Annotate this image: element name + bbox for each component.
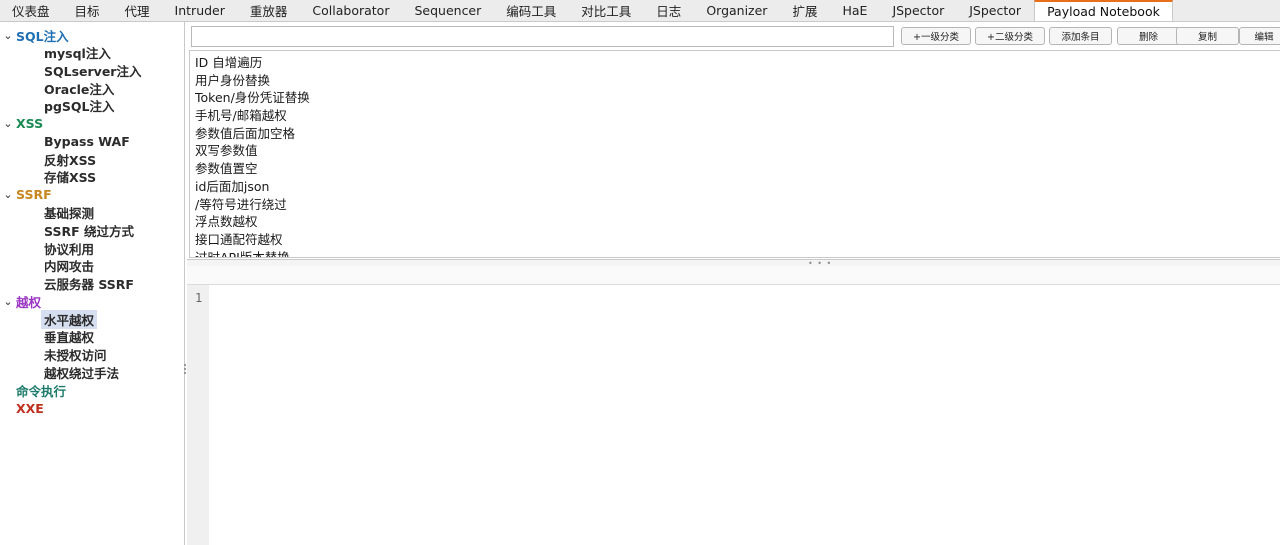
list-item[interactable]: 参数值后面加空格 [195, 125, 1280, 143]
list-item[interactable]: Token/身份凭证替换 [195, 89, 1280, 107]
tree-item[interactable]: 云服务器 SSRF [0, 275, 184, 293]
delete-button[interactable]: 删除 [1117, 27, 1180, 45]
list-item[interactable]: id后面加json [195, 178, 1280, 196]
tree-item[interactable]: 存储XSS [0, 168, 184, 186]
tree-item[interactable]: SSRF 绕过方式 [0, 222, 184, 240]
tree-item-label: mysql注入 [44, 46, 111, 62]
tree-item[interactable]: mysql注入 [0, 44, 184, 62]
tab-1[interactable]: 目标 [63, 0, 113, 21]
toolbar: +一级分类 +二级分类 添加条目 删除 复制 编辑 [191, 26, 1280, 48]
list-item[interactable]: 浮点数越权 [195, 213, 1280, 231]
tree-item-label: 越权绕过手法 [44, 365, 120, 381]
tree-item[interactable]: 垂直越权 [0, 328, 184, 346]
tree-item-label: SSRF 绕过方式 [44, 223, 134, 239]
list-item[interactable]: 手机号/邮箱越权 [195, 107, 1280, 125]
tab-14[interactable]: JSpector [957, 0, 1034, 21]
tree-category-label: SQL注入 [16, 28, 69, 44]
tab-11[interactable]: 扩展 [780, 0, 830, 21]
tab-12[interactable]: HaE [830, 0, 880, 21]
tree-category-label: XXE [16, 400, 44, 416]
copy-button[interactable]: 复制 [1176, 27, 1239, 45]
add-entry-button[interactable]: 添加条目 [1049, 27, 1112, 45]
tree-item[interactable]: pgSQL注入 [0, 97, 184, 115]
tree-item-label: 垂直越权 [44, 330, 95, 346]
tab-6[interactable]: Sequencer [402, 0, 494, 21]
tab-8[interactable]: 对比工具 [569, 0, 644, 21]
chevron-down-icon[interactable]: ⌄ [0, 117, 16, 130]
list-item[interactable]: ID 自增遍历 [195, 54, 1280, 72]
tab-2[interactable]: 代理 [113, 0, 163, 21]
tree-item-label: 内网攻击 [44, 259, 95, 275]
tab-bar: 仪表盘 目标 代理 Intruder 重放器 Collaborator Sequencer 编… [0, 0, 1280, 22]
line-number-gutter: 1 [187, 285, 209, 545]
search-input[interactable] [191, 26, 894, 47]
tree-category[interactable]: ⌄ 越权 [0, 292, 184, 310]
tree-item[interactable]: Bypass WAF [0, 133, 184, 151]
tree-item[interactable]: 内网攻击 [0, 257, 184, 275]
tree-item-label: 协议利用 [44, 241, 95, 257]
tree-item[interactable]: 基础探测 [0, 204, 184, 222]
list-item[interactable]: 参数值置空 [195, 160, 1280, 178]
tree-item-label: 未授权访问 [44, 347, 107, 363]
tree-category-label: XSS [16, 116, 44, 132]
tab-9[interactable]: 日志 [644, 0, 694, 21]
add-primary-category-button[interactable]: +一级分类 [901, 27, 971, 45]
tab-7[interactable]: 编码工具 [494, 0, 569, 21]
tree-item-label: SQLserver注入 [44, 64, 142, 80]
tree-category-label: 命令执行 [16, 383, 67, 399]
list-item[interactable]: 双写参数值 [195, 142, 1280, 160]
tree-item-label: 基础探测 [44, 206, 95, 222]
tab-13[interactable]: JSpector [880, 0, 957, 21]
tree-item-label: 存储XSS [44, 170, 97, 186]
editor-header [187, 266, 1280, 285]
tree-item[interactable]: 越权绕过手法 [0, 363, 184, 381]
tab-0[interactable]: 仪表盘 [0, 0, 63, 21]
tab-5[interactable]: Collaborator [300, 0, 402, 21]
tree-category[interactable]: ⌄ SQL注入 [0, 26, 184, 44]
edit-button[interactable]: 编辑 [1239, 27, 1280, 45]
tree-category-label: SSRF [16, 187, 52, 203]
tree-item[interactable]: Oracle注入 [0, 79, 184, 97]
tree-item[interactable]: SQLserver注入 [0, 62, 184, 80]
tree-category[interactable]: 命令执行 [0, 381, 184, 399]
tree-item-label: Bypass WAF [44, 134, 130, 150]
tab-15[interactable]: Payload Notebook [1034, 0, 1173, 21]
payload-list: ID 自增遍历 用户身份替换 Token/身份凭证替换 手机号/邮箱越权 参数值后面加空… [189, 50, 1280, 258]
chevron-down-icon[interactable]: ⌄ [0, 29, 16, 42]
tab-4[interactable]: 重放器 [238, 0, 301, 21]
tree-item[interactable]: 未授权访问 [0, 346, 184, 364]
content-panel: +一级分类 +二级分类 添加条目 删除 复制 编辑 ID 自增遍历 用户身份替换 T… [187, 22, 1280, 545]
tree-item-label: Oracle注入 [44, 81, 115, 97]
add-secondary-category-button[interactable]: +二级分类 [975, 27, 1045, 45]
tree-item-label: 水平越权 [41, 309, 98, 329]
tree-category-label: 越权 [16, 294, 42, 310]
list-item[interactable]: 过时API版本替换 [195, 249, 1280, 257]
tab-10[interactable]: Organizer [694, 0, 780, 21]
tree-item-label: pgSQL注入 [44, 99, 115, 115]
list-item[interactable]: 接口通配符越权 [195, 231, 1280, 249]
tree-item-label: 云服务器 SSRF [44, 276, 134, 292]
tree-category[interactable]: XXE [0, 399, 184, 417]
list-item[interactable]: /等符号进行绕过 [195, 196, 1280, 214]
tree-item[interactable]: 协议利用 [0, 239, 184, 257]
chevron-down-icon[interactable]: ⌄ [0, 188, 16, 201]
split-pane-divider[interactable]: • • • [187, 259, 1280, 268]
tree-item[interactable]: 反射XSS [0, 150, 184, 168]
chevron-down-icon[interactable]: ⌄ [0, 295, 16, 308]
tree-item[interactable]: 水平越权 [0, 309, 184, 329]
tab-3[interactable]: Intruder [163, 0, 238, 21]
list-item[interactable]: 用户身份替换 [195, 72, 1280, 90]
line-number: 1 [195, 291, 203, 305]
tree-category[interactable]: ⌄ XSS [0, 115, 184, 133]
tree-category[interactable]: ⌄ SSRF [0, 186, 184, 204]
category-tree: ⌄ SQL注入 mysql注入 SQLserver注入 Oracle注入 pgSQL注入 ⌄… [0, 22, 185, 545]
tree-item-label: 反射XSS [44, 152, 97, 168]
payload-editor[interactable]: 1 [187, 285, 1280, 545]
